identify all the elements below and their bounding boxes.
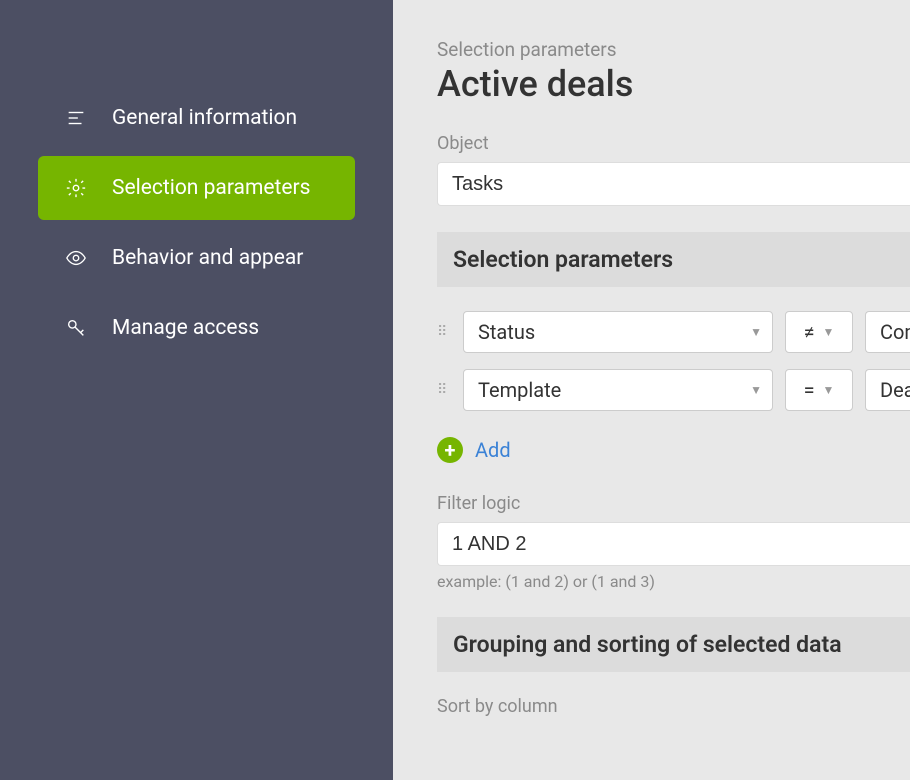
drag-handle-icon[interactable]: ⠿: [437, 387, 451, 393]
filter-value-text: Deal: [880, 378, 910, 402]
sidebar-item-behavior-appear[interactable]: Behavior and appear: [38, 226, 355, 290]
main-content: Selection parameters Active deals Object…: [393, 0, 910, 780]
object-label: Object: [437, 133, 910, 154]
filter-field-select[interactable]: Template ▼: [463, 369, 773, 411]
page-title: Active deals: [437, 63, 910, 105]
caret-down-icon: ▼: [750, 383, 762, 397]
section-selection-parameters: Selection parameters: [437, 232, 910, 287]
sidebar-item-general-information[interactable]: General information: [38, 86, 355, 150]
filter-value-text: Comp: [880, 320, 910, 344]
filter-field-value: Template: [478, 378, 561, 402]
filter-operator-value: ≠: [804, 320, 815, 344]
sort-by-column-label: Sort by column: [437, 696, 910, 717]
add-filter-button[interactable]: + Add: [437, 437, 910, 463]
caret-down-icon: ▼: [823, 383, 835, 397]
filter-row: ⠿ Template ▼ = ▼ Deal: [437, 369, 910, 411]
eye-icon: [62, 244, 90, 272]
sidebar-item-manage-access[interactable]: Manage access: [38, 296, 355, 360]
filter-logic-input[interactable]: [437, 522, 910, 566]
key-icon: [62, 314, 90, 342]
caret-down-icon: ▼: [750, 325, 762, 339]
caret-down-icon: ▼: [823, 325, 835, 339]
list-icon: [62, 104, 90, 132]
sidebar-item-selection-parameters[interactable]: Selection parameters: [38, 156, 355, 220]
plus-circle-icon: +: [437, 437, 463, 463]
sidebar-item-label: Manage access: [112, 316, 259, 340]
sidebar-item-label: General information: [112, 106, 297, 130]
gear-icon: [62, 174, 90, 202]
filter-logic-hint: example: (1 and 2) or (1 and 3): [437, 572, 910, 591]
section-grouping-sorting: Grouping and sorting of selected data: [437, 617, 910, 672]
filter-logic-label: Filter logic: [437, 493, 910, 514]
sidebar-item-label: Behavior and appear: [112, 246, 303, 270]
filter-value-select[interactable]: Deal: [865, 369, 910, 411]
breadcrumb: Selection parameters: [437, 38, 910, 61]
drag-handle-icon[interactable]: ⠿: [437, 329, 451, 335]
filter-row: ⠿ Status ▼ ≠ ▼ Comp: [437, 311, 910, 353]
filter-field-select[interactable]: Status ▼: [463, 311, 773, 353]
filter-operator-select[interactable]: ≠ ▼: [785, 311, 853, 353]
filter-value-select[interactable]: Comp: [865, 311, 910, 353]
object-input[interactable]: [437, 162, 910, 206]
filter-operator-value: =: [804, 378, 815, 402]
filter-operator-select[interactable]: = ▼: [785, 369, 853, 411]
filter-field-value: Status: [478, 320, 535, 344]
add-filter-label: Add: [475, 438, 511, 462]
sidebar: General information Selection parameters…: [0, 0, 393, 780]
sidebar-item-label: Selection parameters: [112, 176, 310, 200]
